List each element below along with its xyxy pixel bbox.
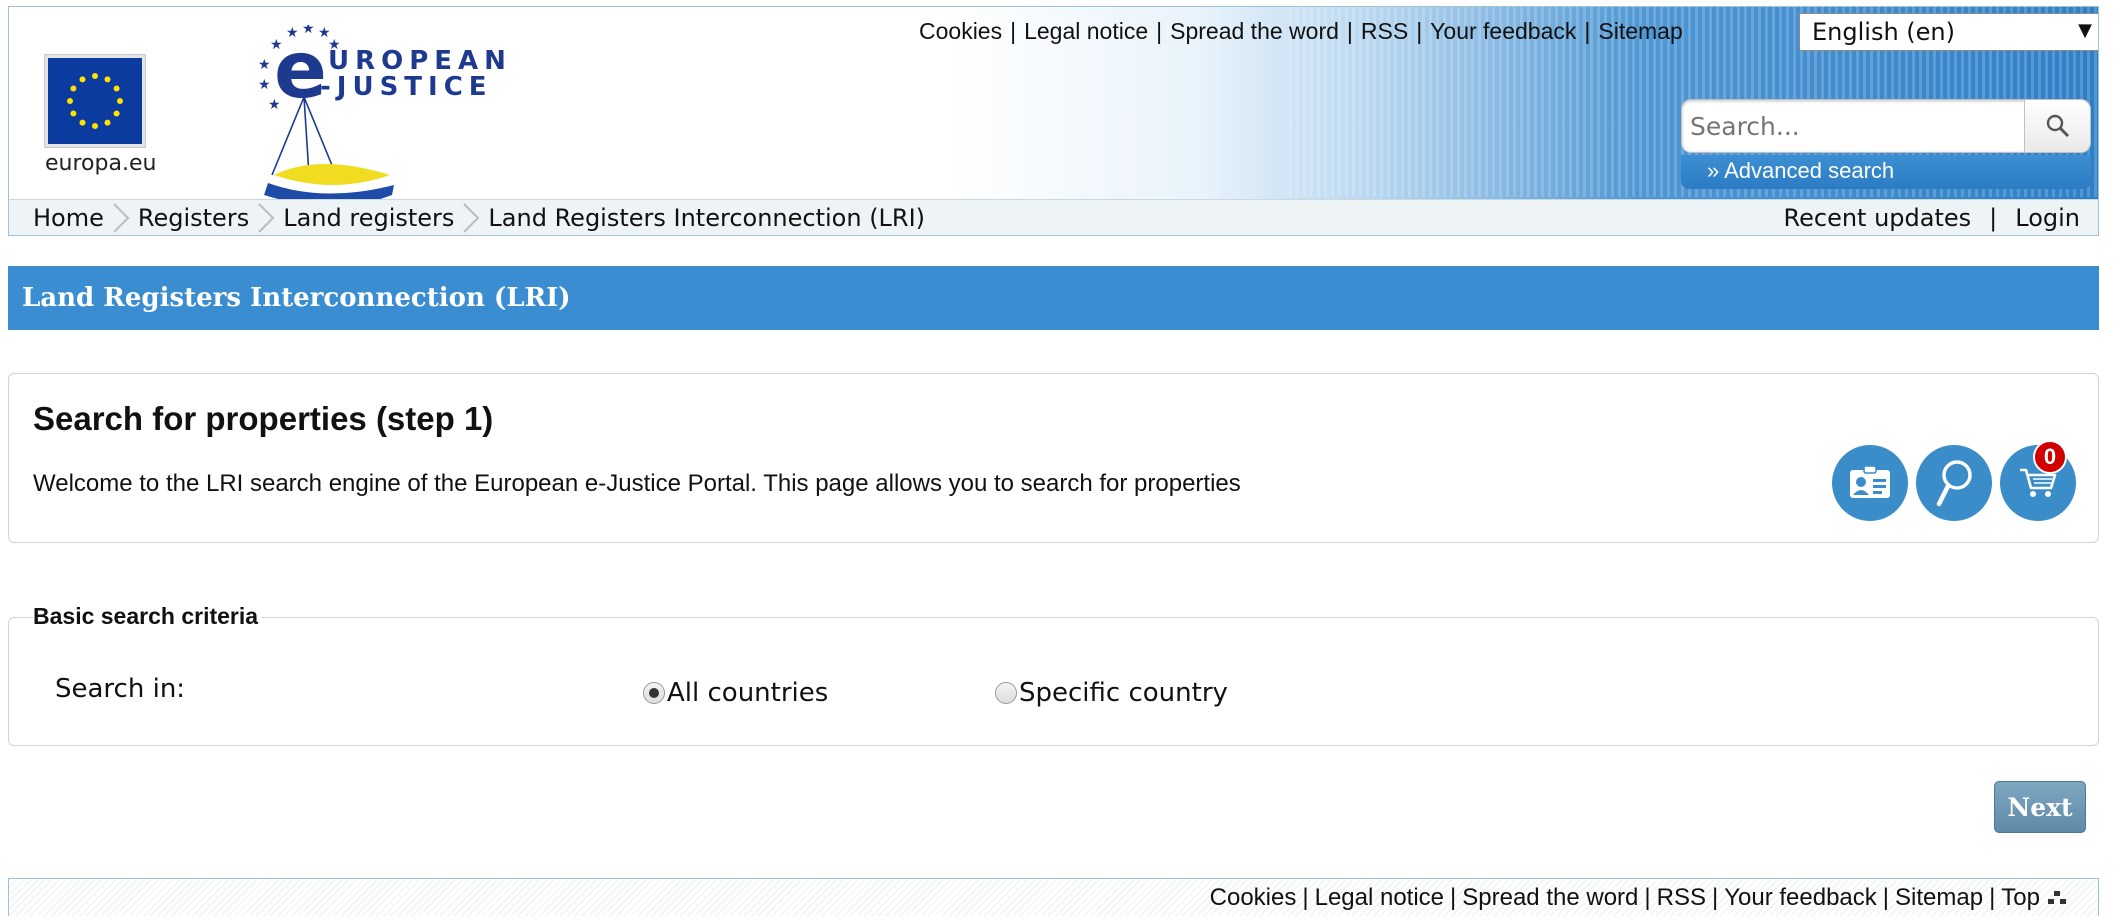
footer-link-top[interactable]: Top — [2001, 884, 2040, 912]
top-link-legal-notice[interactable]: Legal notice — [1024, 18, 1148, 45]
top-link-cookies[interactable]: Cookies — [919, 18, 1002, 45]
link-separator: | — [1882, 883, 1890, 911]
ejustice-logo-link[interactable]: ★ ★ ★ ★ ★ ★ ★ ★ e UROPEAN -JUSTICE — [254, 21, 544, 215]
search-icon — [2046, 114, 2069, 138]
link-separator: | — [1989, 204, 1998, 232]
breadcrumb-home[interactable]: Home — [33, 204, 104, 232]
top-link-feedback[interactable]: Your feedback — [1430, 18, 1576, 45]
search-button[interactable] — [2024, 100, 2090, 152]
search-box — [1681, 99, 2091, 153]
dropdown-arrow-icon: ▼ — [2078, 20, 2092, 41]
recent-updates-link[interactable]: Recent updates — [1784, 204, 1972, 232]
ejustice-logo-icon: ★ ★ ★★ ★★ ★★ e UROPEAN -JUSTICE — [258, 21, 506, 206]
link-separator: | — [1711, 883, 1719, 911]
login-link[interactable]: Login — [2015, 204, 2080, 232]
top-link-rss[interactable]: RSS — [1361, 18, 1408, 45]
radio-all-countries-label: All countries — [667, 678, 829, 708]
chevron-right-icon — [113, 203, 130, 233]
chevron-right-icon — [258, 203, 275, 233]
search-in-label: Search in: — [55, 674, 186, 704]
europa-logo-link[interactable]: europa.eu — [37, 49, 189, 179]
breadcrumb-land-registers[interactable]: Land registers — [283, 204, 454, 232]
eu-flag-icon — [45, 55, 145, 147]
id-card-button[interactable] — [1832, 445, 1908, 521]
search-properties-button[interactable] — [1916, 445, 1992, 521]
search-input[interactable] — [1690, 106, 2010, 146]
svg-text:-JUSTICE: -JUSTICE — [320, 72, 493, 102]
link-separator: | — [1156, 17, 1163, 44]
footer-link-legal-notice[interactable]: Legal notice — [1315, 884, 1444, 912]
link-separator: | — [1450, 883, 1457, 911]
page-title: Land Registers Interconnection (LRI) — [22, 283, 571, 313]
svg-text:e: e — [274, 26, 327, 116]
site-footer: Cookies | Legal notice | Spread the word | … — [8, 878, 2099, 916]
top-links: Cookies | Legal notice | Spread the word | … — [919, 11, 1683, 51]
radio-all-countries[interactable]: All countries — [643, 678, 828, 708]
language-selected-value: English (en) — [1812, 18, 1955, 46]
footer-link-feedback[interactable]: Your feedback — [1724, 884, 1877, 912]
link-separator: | — [1644, 883, 1651, 911]
top-link-spread-the-word[interactable]: Spread the word — [1170, 18, 1339, 45]
id-card-icon — [1850, 466, 1890, 498]
footer-links: Cookies | Legal notice | Spread the word | … — [1210, 884, 2068, 912]
breadcrumb-current: Land Registers Interconnection (LRI) — [488, 204, 926, 232]
link-separator: | — [1010, 17, 1017, 44]
back-to-top-icon[interactable] — [2046, 890, 2068, 906]
footer-link-sitemap[interactable]: Sitemap — [1895, 884, 1983, 912]
svg-text:★: ★ — [258, 57, 271, 73]
europa-caption: europa.eu — [45, 151, 157, 176]
link-separator: | — [1302, 883, 1309, 911]
cart-count-badge: 0 — [2033, 440, 2067, 474]
criteria-legend: Basic search criteria — [33, 603, 263, 630]
site-header: europa.eu ★ ★ ★ ★ ★ ★ ★ ★ e UROPEAN -JUSTICE… — [8, 6, 2099, 236]
footer-link-cookies[interactable]: Cookies — [1210, 884, 1297, 912]
footer-link-rss[interactable]: RSS — [1657, 884, 1706, 912]
page-title-bar: Land Registers Interconnection (LRI) — [8, 266, 2099, 330]
basic-search-criteria: Basic search criteria Search in: All cou… — [8, 603, 2099, 746]
radio-specific-country-control[interactable] — [995, 682, 1017, 704]
footer-link-spread-the-word[interactable]: Spread the word — [1462, 884, 1638, 912]
link-separator: | — [1584, 17, 1591, 44]
step-heading: Search for properties (step 1) — [33, 400, 494, 437]
link-separator: | — [1346, 17, 1353, 44]
breadcrumb-registers[interactable]: Registers — [138, 204, 249, 232]
breadcrumb: Home Registers Land registers Land Regis… — [9, 199, 2098, 235]
magnifier-icon — [1936, 460, 1972, 507]
intro-text: Welcome to the LRI search engine of the … — [33, 470, 1241, 497]
svg-text:★: ★ — [258, 77, 271, 93]
radio-specific-country-label: Specific country — [1019, 678, 1228, 708]
advanced-search-link[interactable]: » Advanced search — [1681, 155, 2091, 189]
top-link-sitemap[interactable]: Sitemap — [1598, 18, 1682, 45]
language-select[interactable]: English (en) ▼ — [1799, 13, 2098, 51]
chevron-right-icon — [463, 203, 480, 233]
next-button[interactable]: Next — [1994, 781, 2086, 833]
link-separator: | — [1989, 883, 1996, 911]
radio-specific-country[interactable]: Specific country — [995, 678, 1228, 708]
intro-panel: Search for properties (step 1) Welcome t… — [8, 373, 2099, 543]
link-separator: | — [1416, 17, 1423, 44]
radio-all-countries-control[interactable] — [643, 682, 665, 704]
